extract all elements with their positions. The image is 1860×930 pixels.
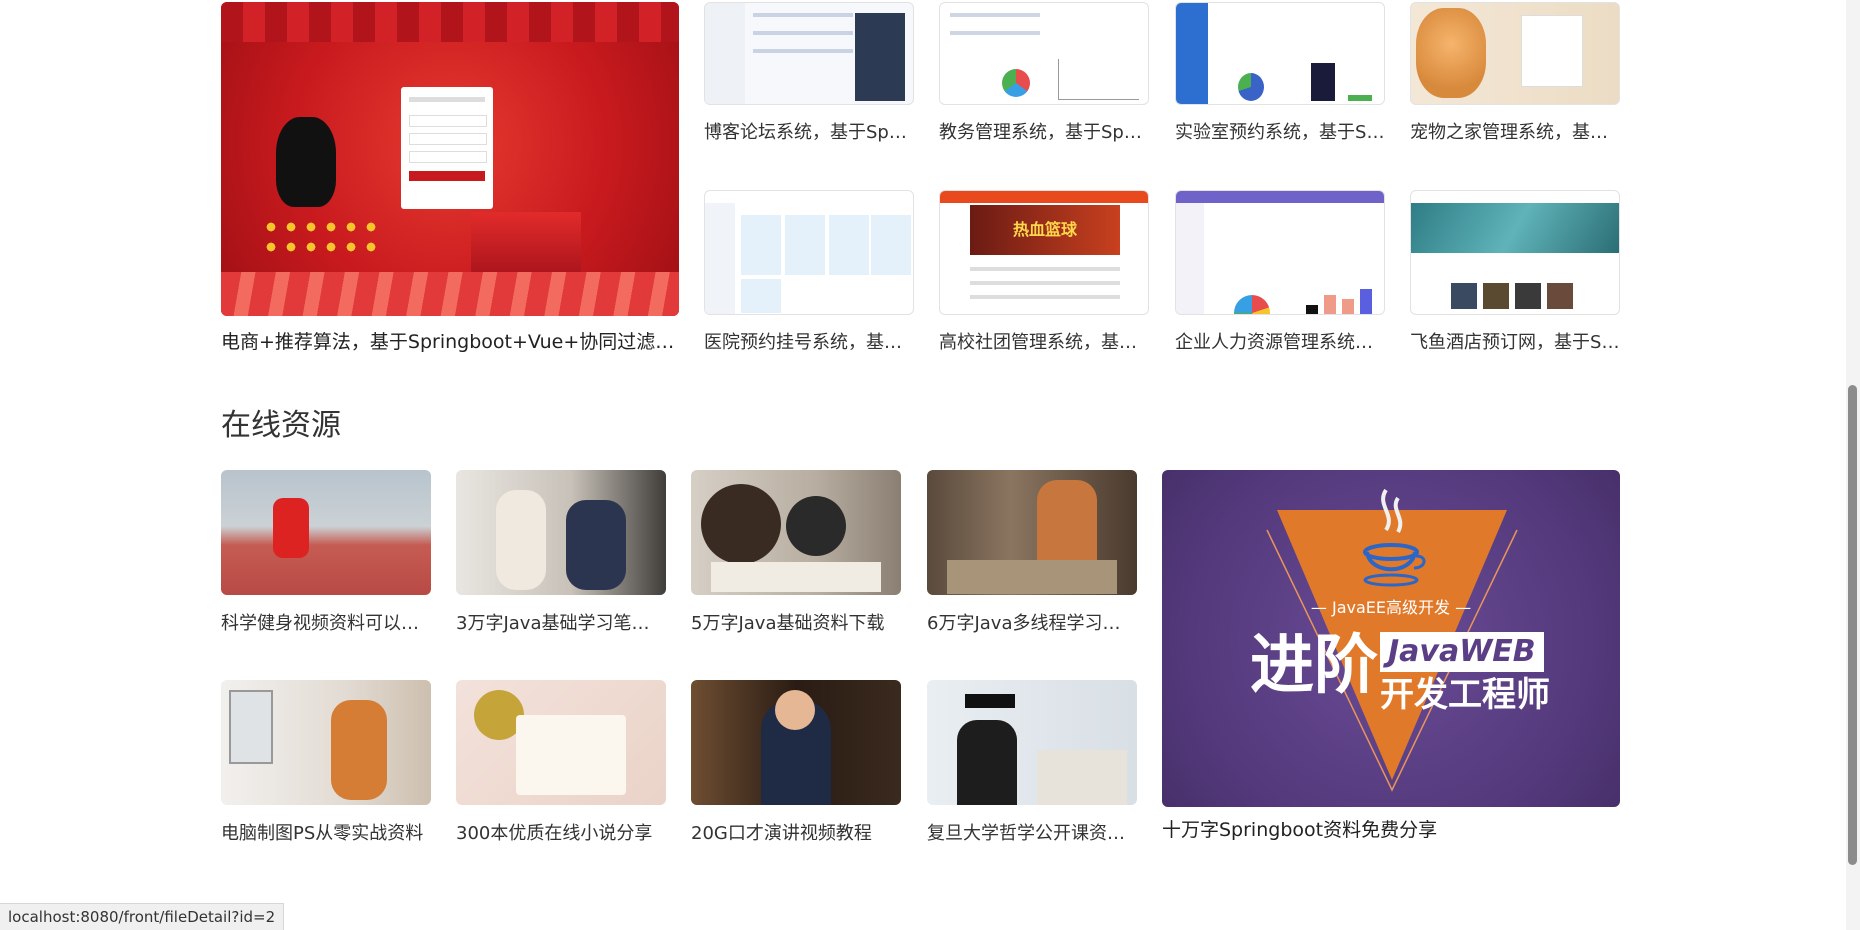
- project-thumbnail: [704, 2, 914, 105]
- resource-title[interactable]: 6万字Java多线程学习笔记: [927, 612, 1137, 636]
- project-title[interactable]: 博客论坛系统，基于Springboot...: [704, 121, 914, 145]
- pool-banner: [1411, 203, 1619, 253]
- resource-thumbnail: [927, 470, 1137, 595]
- resource-card[interactable]: 电脑制图PS从零实战资料: [221, 680, 431, 850]
- project-thumbnail: 热血篮球: [939, 190, 1149, 315]
- poster-brand: JavaWEB: [1380, 632, 1544, 672]
- resource-thumbnail: [221, 680, 431, 805]
- sports-banner: 热血篮球: [970, 205, 1120, 255]
- project-card[interactable]: 热血篮球 高校社团管理系统，基于Springboot...: [939, 190, 1149, 360]
- resource-thumbnail: [221, 470, 431, 595]
- cat-photo: [1416, 8, 1486, 98]
- project-thumbnail: [1175, 190, 1385, 315]
- poster-subtitle: — JavaEE高级开发 —: [1310, 598, 1472, 617]
- featured-resource-poster: — JavaEE高级开发 — 进阶 JavaWEB 开发工程师: [1162, 470, 1620, 807]
- resource-title[interactable]: 复旦大学哲学公开课资料下载: [927, 822, 1137, 846]
- project-title[interactable]: 高校社团管理系统，基于Springboot...: [939, 331, 1149, 355]
- resource-thumbnail: [927, 680, 1137, 805]
- resource-card[interactable]: 6万字Java多线程学习笔记: [927, 470, 1137, 640]
- featured-project-card[interactable]: 电商+推荐算法，基于Springboot+Vue+协同过滤推荐算法...: [221, 2, 679, 358]
- project-thumbnail: [1410, 2, 1620, 105]
- resource-card[interactable]: 20G口才演讲视频教程: [691, 680, 901, 850]
- resource-card[interactable]: 5万字Java基础资料下载: [691, 470, 901, 640]
- pie-chart-icon: [1234, 295, 1270, 314]
- featured-project-title[interactable]: 电商+推荐算法，基于Springboot+Vue+协同过滤推荐算法...: [221, 330, 679, 354]
- stage-floor-decor: [221, 272, 679, 316]
- resource-card[interactable]: 复旦大学哲学公开课资料下载: [927, 680, 1137, 850]
- featured-resource-title[interactable]: 十万字Springboot资料免费分享: [1162, 818, 1620, 842]
- resource-thumbnail: [456, 680, 666, 805]
- poster-big-text: 进阶: [1250, 629, 1378, 703]
- resource-title[interactable]: 科学健身视频资料可以自由下载: [221, 612, 431, 636]
- pie-chart-icon: [1002, 69, 1030, 97]
- project-thumbnail: [704, 190, 914, 315]
- project-card[interactable]: 博客论坛系统，基于Springboot...: [704, 2, 914, 152]
- project-title[interactable]: 实验室预约系统，基于Springboot...: [1175, 121, 1385, 145]
- project-card[interactable]: 企业人力资源管理系统，基于Springboot...: [1175, 190, 1385, 360]
- graduation-cap-icon: [965, 694, 1015, 708]
- project-card[interactable]: 教务管理系统，基于Springboot...: [939, 2, 1149, 152]
- resource-title[interactable]: 电脑制图PS从零实战资料: [221, 822, 431, 846]
- resource-card[interactable]: 300本优质在线小说分享: [456, 680, 666, 850]
- gold-coins-decor: [261, 217, 381, 257]
- scrollbar-thumb[interactable]: [1848, 385, 1857, 865]
- runner-figure: [273, 498, 309, 558]
- resource-card[interactable]: 科学健身视频资料可以自由下载: [221, 470, 431, 640]
- project-title[interactable]: 教务管理系统，基于Springboot...: [939, 121, 1149, 145]
- resource-title[interactable]: 20G口才演讲视频教程: [691, 822, 901, 846]
- featured-resource-card[interactable]: — JavaEE高级开发 — 进阶 JavaWEB 开发工程师 十万字Sprin…: [1162, 470, 1620, 850]
- project-title[interactable]: 宠物之家管理系统，基于Springboot...: [1410, 121, 1620, 145]
- featured-project-thumbnail: [221, 2, 679, 316]
- section-title-online-resources: 在线资源: [221, 408, 341, 443]
- status-bar-url: localhost:8080/front/fileDetail?id=2: [0, 903, 285, 930]
- pie-chart-icon: [1238, 73, 1264, 101]
- project-title[interactable]: 医院预约挂号系统，基于Springboot...: [704, 331, 914, 355]
- project-thumbnail: [1175, 2, 1385, 105]
- login-box-mock: [401, 87, 493, 209]
- project-thumbnail: [1410, 190, 1620, 315]
- vertical-scrollbar[interactable]: [1846, 0, 1860, 930]
- curtain-decor: [221, 2, 679, 42]
- project-card[interactable]: 宠物之家管理系统，基于Springboot...: [1410, 2, 1620, 152]
- project-card[interactable]: 飞鱼酒店预订网，基于Springboot...: [1410, 190, 1620, 360]
- resource-title[interactable]: 3万字Java基础学习笔记下载: [456, 612, 666, 636]
- resource-thumbnail: [691, 470, 901, 595]
- project-title[interactable]: 企业人力资源管理系统，基于Springboot...: [1175, 331, 1385, 355]
- resource-thumbnail: [691, 680, 901, 805]
- resource-thumbnail: [456, 470, 666, 595]
- cat-mascot-icon: [276, 117, 336, 207]
- poster-role: 开发工程师: [1380, 675, 1550, 715]
- project-thumbnail: [939, 2, 1149, 105]
- project-card[interactable]: 实验室预约系统，基于Springboot...: [1175, 2, 1385, 152]
- resource-title[interactable]: 300本优质在线小说分享: [456, 822, 666, 846]
- project-title[interactable]: 飞鱼酒店预订网，基于Springboot...: [1410, 331, 1620, 355]
- resource-title[interactable]: 5万字Java基础资料下载: [691, 612, 901, 636]
- resource-card[interactable]: 3万字Java基础学习笔记下载: [456, 470, 666, 640]
- project-card[interactable]: 医院预约挂号系统，基于Springboot...: [704, 190, 914, 360]
- java-cup-icon: [1363, 488, 1426, 587]
